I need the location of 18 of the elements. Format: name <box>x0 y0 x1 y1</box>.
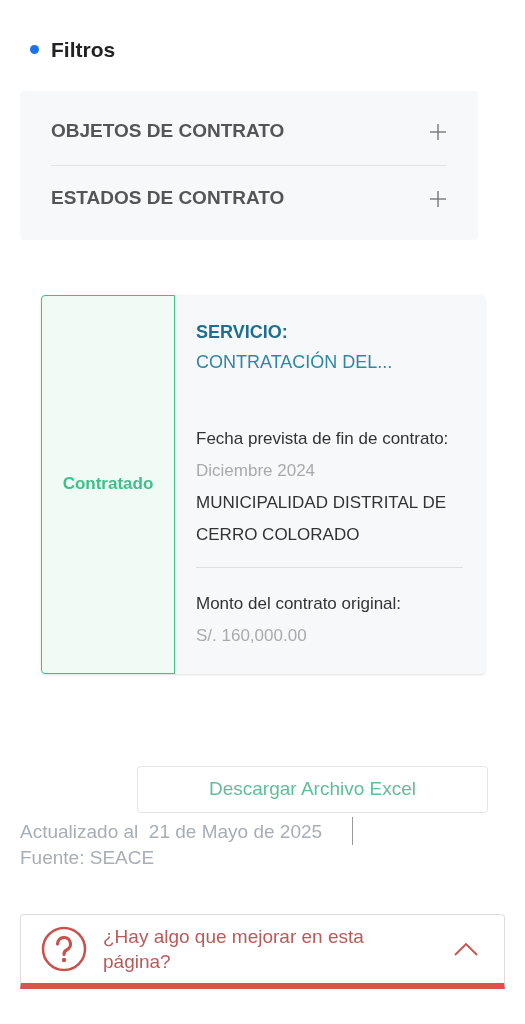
amount-value: S/. 160,000.00 <box>196 624 308 647</box>
filter-section-header[interactable]: OBJETOS DE CONTRATO <box>51 98 447 165</box>
chevron-up-icon <box>454 941 478 956</box>
entity-name: MUNICIPALIDAD DISTRITAL DE CERRO COLORADO <box>196 491 447 546</box>
feedback-question: ¿Hay algo que mejorar en esta página? <box>103 924 365 974</box>
filters-title: Filtros <box>51 37 116 63</box>
feedback-bar[interactable]: ¿Hay algo que mejorar en esta página? <box>20 913 505 989</box>
plus-icon <box>429 189 447 208</box>
source-text: Fuente: SEACE <box>20 845 156 870</box>
filter-section-header[interactable]: ESTADOS DE CONTRATO <box>51 165 447 232</box>
updated-date-text: Actualizado al 21 de Mayo de 2025 <box>20 819 323 844</box>
help-icon <box>41 925 87 972</box>
status-label: Contratado <box>62 473 154 496</box>
amount-label: Monto del contrato original: <box>196 592 403 615</box>
contract-title[interactable]: CONTRATACIÓN DEL... <box>196 346 463 377</box>
end-date-text: Fecha prevista de fin de contrato: Diciembre 2024 <box>196 427 450 482</box>
contract-type: SERVICIO: <box>196 320 289 344</box>
plus-icon <box>429 122 447 141</box>
